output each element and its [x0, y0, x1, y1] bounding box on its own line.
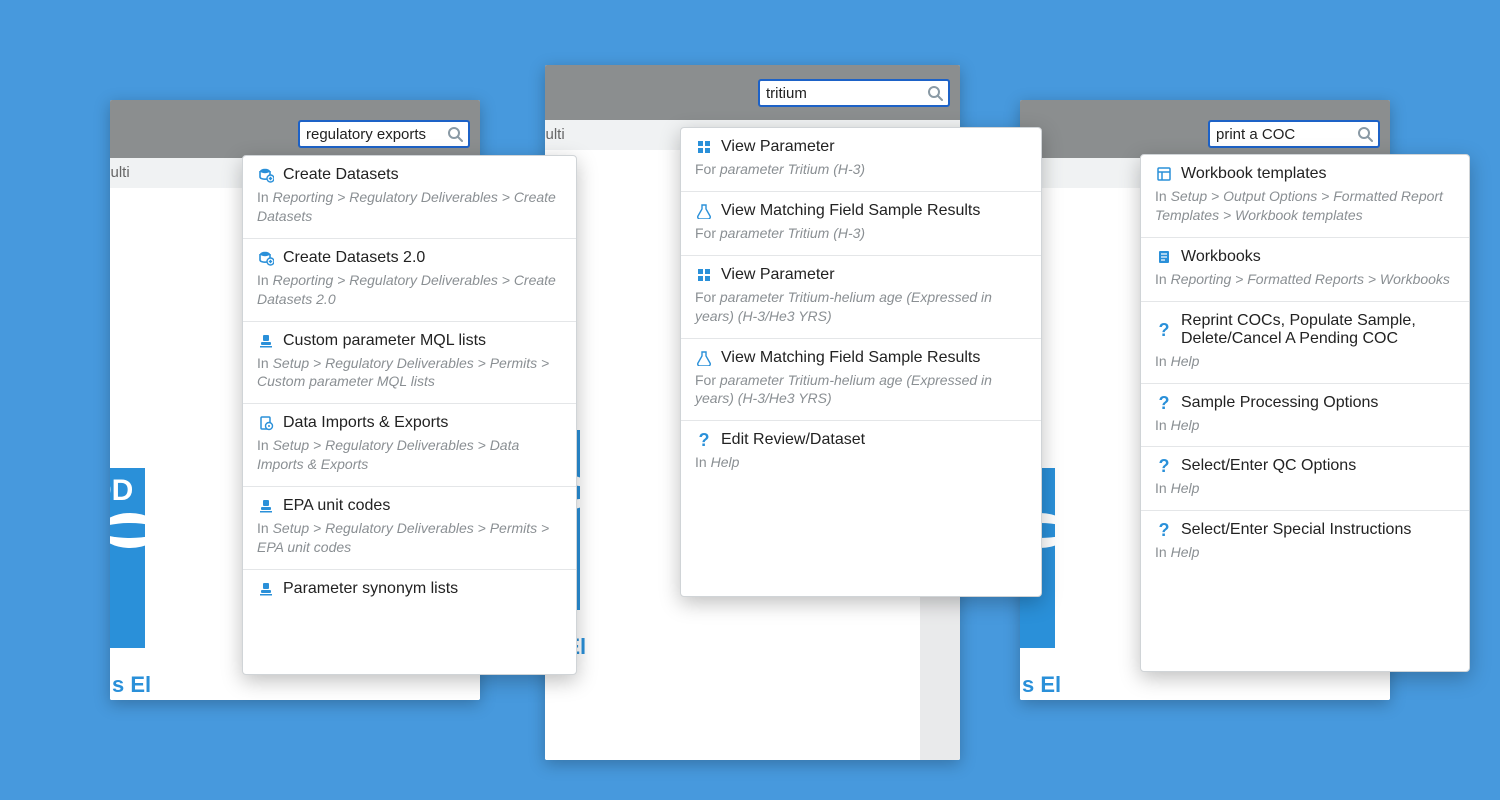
- brand-text-fragment: s El: [1020, 668, 1063, 700]
- result-path: In Setup > Regulatory Deliverables > Dat…: [257, 436, 562, 474]
- result-path: In Reporting > Regulatory Deliverables >…: [257, 188, 562, 226]
- search-result-item[interactable]: Create Datasets In Reporting > Regulatory…: [243, 156, 576, 239]
- help-icon: ?: [1155, 394, 1173, 412]
- result-title: View Matching Field Sample Results: [721, 349, 980, 367]
- search-result-item[interactable]: ? Edit Review/Dataset In Help: [681, 421, 1041, 484]
- result-title: Workbooks: [1181, 248, 1261, 266]
- result-title: Data Imports & Exports: [283, 414, 448, 432]
- result-title: View Parameter: [721, 138, 835, 156]
- search-result-item[interactable]: Data Imports & Exports In Setup > Regulat…: [243, 404, 576, 487]
- result-title: Create Datasets: [283, 166, 399, 184]
- search-result-item[interactable]: Workbooks In Reporting > Formatted Report…: [1141, 238, 1469, 302]
- result-title: Sample Processing Options: [1181, 394, 1378, 412]
- search-result-item[interactable]: Custom parameter MQL lists In Setup > Reg…: [243, 322, 576, 405]
- result-path: In Help: [695, 453, 1027, 472]
- result-title: View Parameter: [721, 266, 835, 284]
- result-path: In Reporting > Regulatory Deliverables >…: [257, 271, 562, 309]
- result-path: In Help: [1155, 416, 1455, 435]
- toolbar: [110, 100, 480, 158]
- result-title: Workbook templates: [1181, 165, 1327, 183]
- result-path: For parameter Tritium (H-3): [695, 160, 1027, 179]
- result-path: For parameter Tritium-helium age (Expres…: [695, 288, 1027, 326]
- search-result-item[interactable]: Workbook templates In Setup > Output Opti…: [1141, 155, 1469, 238]
- search-box[interactable]: [1208, 120, 1380, 148]
- result-title: Reprint COCs, Populate Sample, Delete/Ca…: [1181, 312, 1455, 348]
- search-box[interactable]: [298, 120, 470, 148]
- result-path: In Help: [1155, 543, 1455, 562]
- grid-icon: [695, 266, 713, 284]
- result-path: For parameter Tritium-helium age (Expres…: [695, 371, 1027, 409]
- result-path: In Help: [1155, 479, 1455, 498]
- flask-icon: [695, 202, 713, 220]
- search-input[interactable]: [1216, 126, 1356, 143]
- search-result-item[interactable]: View Matching Field Sample Results For pa…: [681, 339, 1041, 422]
- search-input[interactable]: [766, 85, 926, 102]
- search-result-item[interactable]: ? Reprint COCs, Populate Sample, Delete/C…: [1141, 302, 1469, 384]
- result-path: For parameter Tritium (H-3): [695, 224, 1027, 243]
- result-title: EPA unit codes: [283, 497, 390, 515]
- search-results-dropdown-2[interactable]: View Parameter For parameter Tritium (H-3…: [680, 127, 1042, 597]
- database-plus-icon: [257, 249, 275, 267]
- stamp-icon: [257, 580, 275, 598]
- search-icon[interactable]: [446, 125, 464, 143]
- template-icon: [1155, 165, 1173, 183]
- search-result-item[interactable]: View Parameter For parameter Tritium-heli…: [681, 256, 1041, 339]
- search-icon[interactable]: [1356, 125, 1374, 143]
- result-path: In Setup > Regulatory Deliverables > Per…: [257, 519, 562, 557]
- workbook-icon: [1155, 248, 1173, 266]
- help-icon: ?: [1155, 321, 1173, 339]
- search-input[interactable]: [306, 126, 446, 143]
- stamp-icon: [257, 497, 275, 515]
- stamp-icon: [257, 332, 275, 350]
- result-title: Create Datasets 2.0: [283, 249, 425, 267]
- search-result-item[interactable]: View Matching Field Sample Results For pa…: [681, 192, 1041, 256]
- help-icon: ?: [1155, 457, 1173, 475]
- grid-icon: [695, 138, 713, 156]
- search-result-item[interactable]: ? Sample Processing Options In Help: [1141, 384, 1469, 448]
- result-path: In Setup > Regulatory Deliverables > Per…: [257, 354, 562, 392]
- search-result-item[interactable]: Create Datasets 2.0 In Reporting > Regula…: [243, 239, 576, 322]
- search-box[interactable]: [758, 79, 950, 107]
- result-title: View Matching Field Sample Results: [721, 202, 980, 220]
- result-title: Select/Enter QC Options: [1181, 457, 1356, 475]
- flask-icon: [695, 349, 713, 367]
- help-icon: ?: [695, 431, 713, 449]
- result-path: In Help: [1155, 352, 1455, 371]
- result-title: Select/Enter Special Instructions: [1181, 521, 1411, 539]
- search-results-dropdown-1[interactable]: Create Datasets In Reporting > Regulatory…: [242, 155, 577, 675]
- toolbar: [545, 65, 960, 120]
- brand-text-fragment: s El: [110, 668, 153, 700]
- search-result-item[interactable]: ? Select/Enter QC Options In Help: [1141, 447, 1469, 511]
- search-result-item[interactable]: Parameter synonym lists: [243, 570, 576, 614]
- result-title: Custom parameter MQL lists: [283, 332, 486, 350]
- result-title: Parameter synonym lists: [283, 580, 458, 598]
- result-path: In Reporting > Formatted Reports > Workb…: [1155, 270, 1455, 289]
- search-result-item[interactable]: View Parameter For parameter Tritium (H-3…: [681, 128, 1041, 192]
- help-icon: ?: [1155, 521, 1173, 539]
- result-path: In Setup > Output Options > Formatted Re…: [1155, 187, 1455, 225]
- gear-doc-icon: [257, 414, 275, 432]
- database-plus-icon: [257, 166, 275, 184]
- search-result-item[interactable]: ? Select/Enter Special Instructions In Hel…: [1141, 511, 1469, 574]
- result-title: Edit Review/Dataset: [721, 431, 865, 449]
- search-results-dropdown-3[interactable]: Workbook templates In Setup > Output Opti…: [1140, 154, 1470, 672]
- brand-logo-fragment: [110, 468, 145, 648]
- toolbar: [1020, 100, 1390, 158]
- search-result-item[interactable]: EPA unit codes In Setup > Regulatory Deli…: [243, 487, 576, 570]
- search-icon[interactable]: [926, 84, 944, 102]
